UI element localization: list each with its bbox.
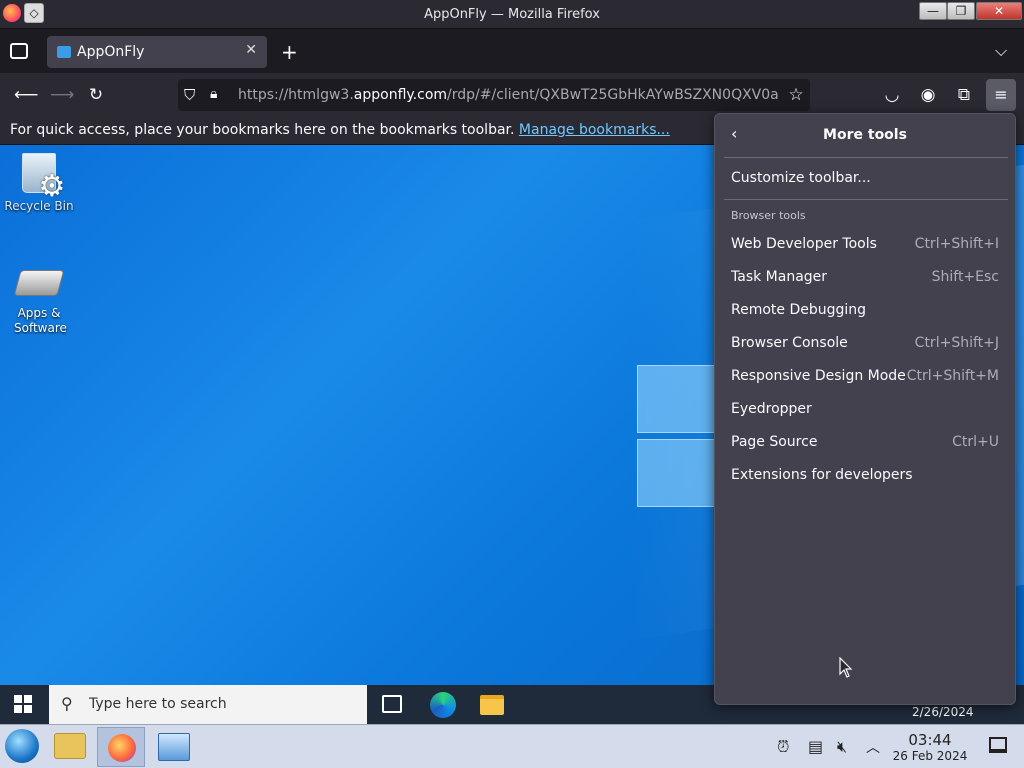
panel-title: More tools xyxy=(823,127,907,143)
menu-item-label: Browser Console xyxy=(731,335,848,351)
menu-item-responsive-design-mode[interactable]: Responsive Design Mode Ctrl+Shift+M xyxy=(715,361,1015,391)
navigation-toolbar: ⟵ ⟶ ↻ ⛉ 🔒︎ https://htmlgw3.apponfly.com/… xyxy=(0,73,1024,117)
url-bar[interactable]: ⛉ 🔒︎ https://htmlgw3.apponfly.com/rdp/#/… xyxy=(178,79,810,111)
new-tab-button[interactable]: + xyxy=(281,40,298,64)
edge-icon[interactable] xyxy=(430,692,456,718)
close-button[interactable]: ✕ xyxy=(976,2,1022,20)
divider xyxy=(724,157,1008,158)
volume-muted-icon[interactable]: 🔇︎ xyxy=(837,737,847,757)
bookmarks-hint: For quick access, place your bookmarks h… xyxy=(10,122,670,138)
lock-icon[interactable]: 🔒︎ xyxy=(210,86,224,104)
host-clock[interactable]: 03:44 26 Feb 2024 xyxy=(890,731,970,763)
list-tabs-chevron-down-icon[interactable]: ⌵ xyxy=(995,41,1007,61)
back-arrow-icon[interactable]: ⟵ xyxy=(14,85,38,105)
menu-item-shortcut: Ctrl+Shift+I xyxy=(914,236,999,252)
menu-item-label: Customize toolbar... xyxy=(731,170,871,186)
tab-apponfly[interactable]: AppOnFly ✕ xyxy=(47,36,267,68)
menu-item-task-manager[interactable]: Task Manager Shift+Esc xyxy=(715,262,1015,292)
window-titlebar: ◇ AppOnFly — Mozilla Firefox — ❐ ✕ xyxy=(0,0,1024,29)
desktop-icon-recycle-bin[interactable]: ⚙ Recycle Bin xyxy=(4,153,74,213)
manage-bookmarks-link[interactable]: Manage bookmarks... xyxy=(519,122,670,138)
remote-date: 2/26/2024 xyxy=(912,705,974,719)
tab-close-icon[interactable]: ✕ xyxy=(245,42,257,58)
account-icon[interactable]: ◉ xyxy=(918,85,938,105)
windows-start-icon[interactable] xyxy=(14,695,32,713)
recycle-bin-icon: ⚙ xyxy=(22,153,65,202)
pocket-icon[interactable]: ◡ xyxy=(882,85,902,105)
file-explorer-icon[interactable] xyxy=(480,695,504,715)
tracking-shield-icon[interactable]: ⛉ xyxy=(184,86,200,104)
menu-item-extensions-for-developers[interactable]: Extensions for developers xyxy=(715,460,1015,490)
divider xyxy=(724,199,1008,200)
more-tools-panel: ‹ More tools Customize toolbar... Browse… xyxy=(714,113,1016,705)
firefox-icon xyxy=(108,734,136,762)
apponfly-favicon-icon xyxy=(57,46,71,58)
host-firefox-button[interactable] xyxy=(97,727,145,767)
window-title: AppOnFly — Mozilla Firefox xyxy=(424,7,600,22)
clipboard-icon[interactable]: ▤ xyxy=(808,737,823,756)
menu-item-shortcut: Ctrl+Shift+J xyxy=(914,335,999,351)
menu-item-shortcut: Shift+Esc xyxy=(931,269,999,285)
host-start-orb-icon[interactable] xyxy=(5,729,39,763)
mouse-cursor-icon xyxy=(839,657,853,678)
tray-expand-chevron-up-icon[interactable]: ︿ xyxy=(866,737,880,757)
menu-item-label: Task Manager xyxy=(731,269,828,285)
show-desktop-icon[interactable] xyxy=(989,737,1007,753)
menu-item-label: Eyedropper xyxy=(731,401,812,417)
menu-item-label: Remote Debugging xyxy=(731,302,867,318)
bookmark-star-icon[interactable]: ☆ xyxy=(786,85,806,105)
host-remote-desktop-icon[interactable] xyxy=(158,733,190,761)
remote-search-box[interactable]: ⚲ Type here to search xyxy=(49,685,367,724)
tab-bar: AppOnFly ✕ + ⌵ xyxy=(0,29,1024,73)
host-time: 03:44 xyxy=(908,731,952,749)
maximize-button[interactable]: ❐ xyxy=(947,2,975,20)
drive-icon xyxy=(13,270,65,296)
menu-item-web-developer-tools[interactable]: Web Developer Tools Ctrl+Shift+I xyxy=(715,229,1015,259)
host-taskbar: ⏰︎ ▤ 🔇︎ ︿ 03:44 26 Feb 2024 xyxy=(0,724,1024,768)
tab-label: AppOnFly xyxy=(77,44,145,60)
gear-icon: ⚙ xyxy=(38,169,66,204)
bookmarks-message: For quick access, place your bookmarks h… xyxy=(10,122,515,138)
task-view-icon[interactable] xyxy=(382,695,402,713)
menu-item-label: Page Source xyxy=(731,434,818,450)
alarm-icon[interactable]: ⏰︎ xyxy=(777,737,789,757)
reload-icon[interactable]: ↻ xyxy=(86,85,106,105)
desktop-icon-apps-software[interactable]: Apps & Software xyxy=(4,270,74,336)
menu-item-label: Web Developer Tools xyxy=(731,236,877,252)
url-text[interactable]: https://htmlgw3.apponfly.com/rdp/#/clien… xyxy=(238,87,779,103)
section-heading: Browser tools xyxy=(731,209,806,222)
desktop-icon-label: Apps & Software xyxy=(14,306,67,335)
search-icon: ⚲ xyxy=(61,694,73,713)
menu-item-remote-debugging[interactable]: Remote Debugging xyxy=(715,295,1015,325)
menu-item-page-source[interactable]: Page Source Ctrl+U xyxy=(715,427,1015,457)
menu-item-customize-toolbar[interactable]: Customize toolbar... xyxy=(715,163,1015,193)
forward-arrow-icon: ⟶ xyxy=(50,85,75,105)
search-placeholder: Type here to search xyxy=(89,696,227,712)
host-files-icon[interactable] xyxy=(54,733,86,759)
host-date: 26 Feb 2024 xyxy=(892,749,968,763)
menu-item-browser-console[interactable]: Browser Console Ctrl+Shift+J xyxy=(715,328,1015,358)
menu-item-shortcut: Ctrl+U xyxy=(952,434,999,450)
app-menu-button[interactable]: ≡ xyxy=(986,79,1016,111)
panel-header: ‹ More tools xyxy=(715,114,1015,156)
minimize-button[interactable]: — xyxy=(919,2,947,20)
extensions-icon[interactable]: ⧉ xyxy=(954,85,974,105)
menu-item-label: Extensions for developers xyxy=(731,467,913,483)
menu-item-label: Responsive Design Mode xyxy=(731,368,906,384)
menu-item-shortcut: Ctrl+Shift+M xyxy=(906,368,999,384)
firefox-view-icon[interactable] xyxy=(10,43,28,59)
menu-item-eyedropper[interactable]: Eyedropper xyxy=(715,394,1015,424)
